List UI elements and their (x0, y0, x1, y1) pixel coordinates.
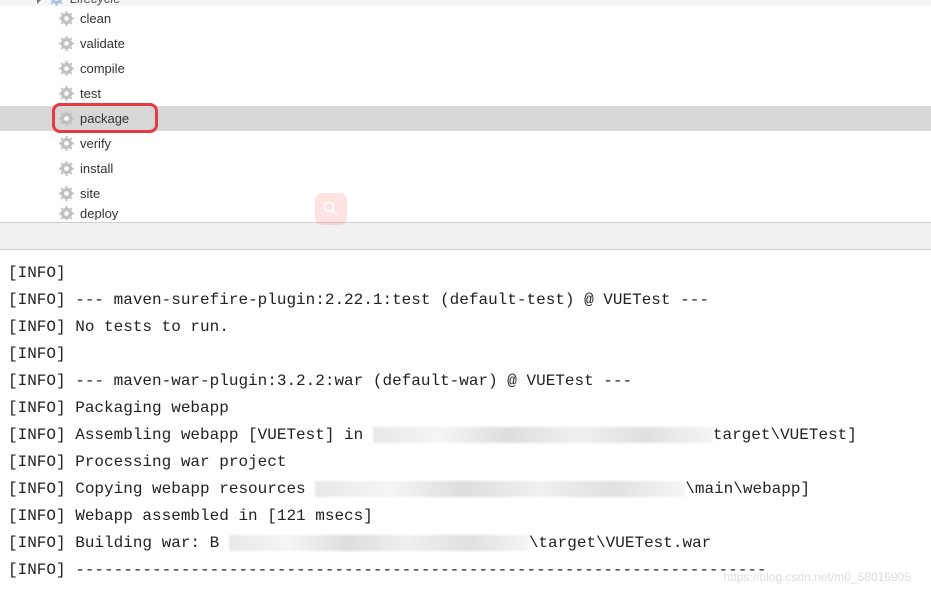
console-line: [INFO] No tests to run. (8, 314, 923, 341)
lifecycle-item-clean[interactable]: clean (0, 6, 931, 31)
lifecycle-item-install[interactable]: install (0, 156, 931, 181)
console-line: [INFO] --- maven-war-plugin:3.2.2:war (d… (8, 368, 923, 395)
lifecycle-label: test (80, 86, 101, 101)
lifecycle-label: clean (80, 11, 111, 26)
lifecycle-item-package[interactable]: package (0, 106, 931, 131)
console-line: [INFO] Processing war project (8, 449, 923, 476)
lifecycle-label: site (80, 186, 100, 201)
gear-icon (58, 186, 74, 202)
console-line: [INFO] Packaging webapp (8, 395, 923, 422)
gear-icon (58, 161, 74, 177)
console-line: [INFO] Building war: B \target\VUETest.w… (8, 530, 923, 557)
lifecycle-label: deploy (80, 206, 118, 220)
lifecycle-item-compile[interactable]: compile (0, 56, 931, 81)
expand-arrow-icon (35, 0, 45, 6)
build-console-output[interactable]: [INFO][INFO] --- maven-surefire-plugin:2… (0, 250, 931, 584)
lifecycle-item-deploy[interactable]: deploy (0, 206, 931, 220)
lifecycle-item-validate[interactable]: validate (0, 31, 931, 56)
redacted-path (229, 535, 529, 551)
lifecycle-label: install (80, 161, 113, 176)
lifecycle-label: verify (80, 136, 111, 151)
gear-icon (58, 61, 74, 77)
lifecycle-item-site[interactable]: site (0, 181, 931, 206)
redacted-path (373, 427, 713, 443)
gear-icon (58, 206, 74, 220)
gear-icon (58, 86, 74, 102)
csdn-watermark: https://blog.csdn.net/m0_58016905 (724, 570, 911, 584)
lifecycle-item-verify[interactable]: verify (0, 131, 931, 156)
gear-icon (58, 36, 74, 52)
console-line: [INFO] (8, 260, 923, 287)
lifecycle-label: package (80, 111, 129, 126)
gear-icon (58, 136, 74, 152)
console-line: [INFO] Assembling webapp [VUETest] in ta… (8, 422, 923, 449)
console-line: [INFO] (8, 341, 923, 368)
gear-icon (58, 111, 74, 127)
gear-icon (48, 0, 64, 6)
gear-icon (58, 11, 74, 27)
lifecycle-label: compile (80, 61, 125, 76)
maven-lifecycle-tree: Lifecycle clean validate compile test pa… (0, 0, 931, 220)
lifecycle-label: validate (80, 36, 125, 51)
console-line: [INFO] --- maven-surefire-plugin:2.22.1:… (8, 287, 923, 314)
redacted-path (315, 481, 685, 497)
panel-separator (0, 222, 931, 250)
console-line: [INFO] Copying webapp resources \main\we… (8, 476, 923, 503)
search-watermark-icon (315, 193, 347, 225)
console-line: [INFO] Webapp assembled in [121 msecs] (8, 503, 923, 530)
tree-root-label: Lifecycle (70, 0, 121, 6)
lifecycle-item-test[interactable]: test (0, 81, 931, 106)
